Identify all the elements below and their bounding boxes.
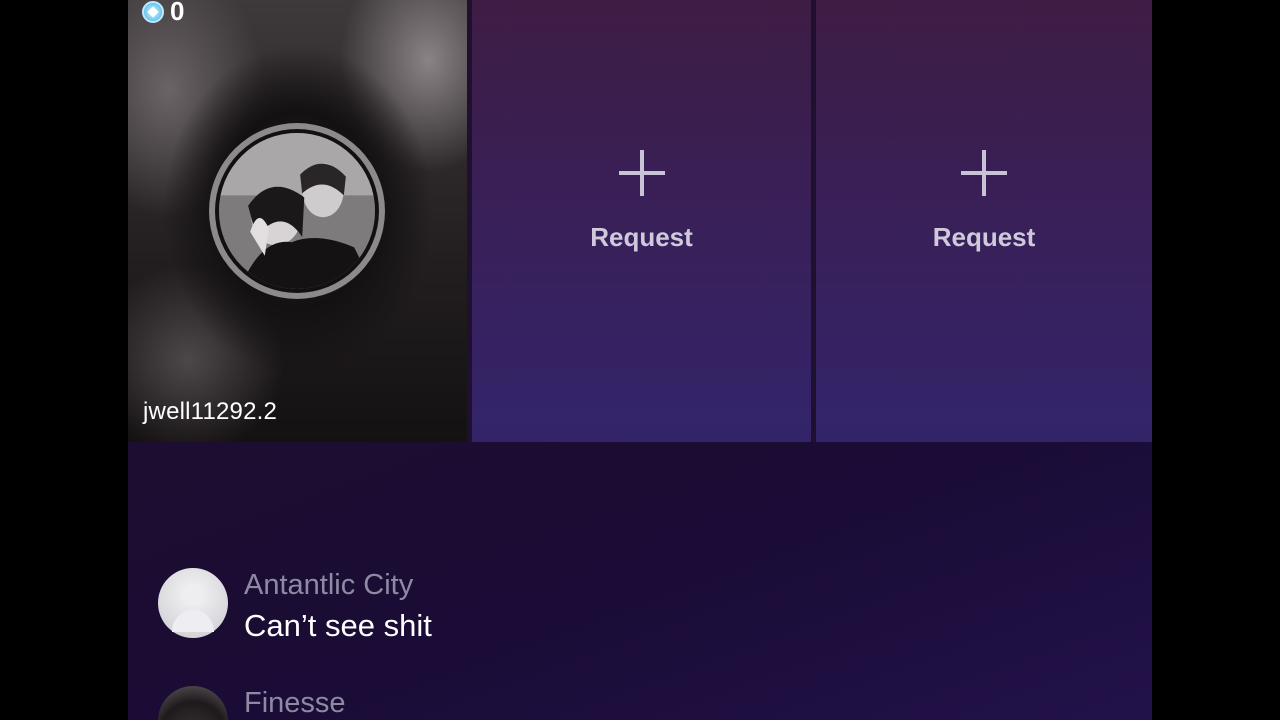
host-username: jwell11292.2 <box>143 398 278 425</box>
request-label: Request <box>932 222 1036 252</box>
guest-slot-1[interactable]: Request <box>472 0 811 442</box>
guest-slot-2[interactable]: Request <box>816 0 1152 442</box>
comment-item[interactable]: Antantlic City Can’t see shit <box>158 568 432 646</box>
request-button[interactable]: Request <box>472 150 811 253</box>
host-tile[interactable]: 0 jwell11292.2 <box>128 0 469 442</box>
live-screen: 0 jwell11292.2 Request Request Antantlic… <box>128 0 1152 720</box>
gem-icon <box>142 0 164 23</box>
comment-feed[interactable]: Antantlic City Can’t see shit Finesse <box>128 442 1152 720</box>
default-avatar-icon[interactable] <box>158 568 228 638</box>
avatar-photo-image <box>219 133 375 289</box>
comment-username[interactable]: Finesse <box>244 686 346 720</box>
avatar-photo <box>219 133 375 289</box>
coin-count: 0 <box>170 0 185 26</box>
request-label: Request <box>590 222 693 252</box>
multi-guest-grid: 0 jwell11292.2 Request Request <box>128 0 1152 442</box>
host-avatar[interactable] <box>209 123 385 299</box>
comment-item[interactable]: Finesse <box>158 686 346 720</box>
profile-photo[interactable] <box>158 686 228 720</box>
comment-text: Can’t see shit <box>244 608 432 643</box>
avatar-frame <box>215 129 379 293</box>
comment-username[interactable]: Antantlic City <box>244 568 432 602</box>
comment-content: Finesse <box>244 686 346 720</box>
comment-content: Antantlic City Can’t see shit <box>244 568 432 646</box>
plus-icon <box>618 150 665 196</box>
coin-counter: 0 <box>142 0 184 27</box>
request-button[interactable]: Request <box>816 150 1152 253</box>
plus-icon <box>961 150 1007 196</box>
